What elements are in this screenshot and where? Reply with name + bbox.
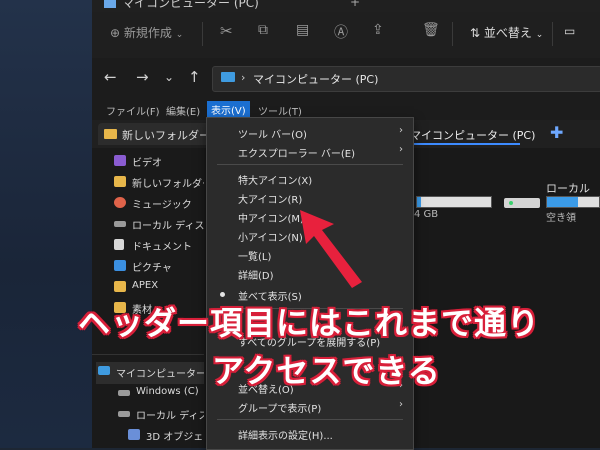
menu-view[interactable]: 表示(V) <box>207 101 250 118</box>
sidebar-item-label: マイコンピューター <box>116 369 206 380</box>
recent-chevron-icon[interactable]: ⌄ <box>164 70 174 84</box>
toolbar-divider <box>202 22 203 46</box>
sidebar-item-label: ミュージック <box>132 200 192 211</box>
arrow-shape <box>300 210 362 288</box>
cube-icon <box>128 429 140 440</box>
folder-icon <box>104 129 117 139</box>
drive-icon <box>114 221 126 227</box>
drive1-usage-bar <box>416 196 492 208</box>
sidebar-item-label: APEX <box>132 280 159 291</box>
drive2-usage-bar <box>546 196 600 208</box>
chevron-down-icon: ⌄ <box>175 30 184 40</box>
drive2-usage-fill <box>547 197 579 207</box>
drive2-icon[interactable] <box>504 192 540 210</box>
menu-item-group-by[interactable]: グループで表示(P) › <box>207 397 413 416</box>
title-bar: マイコンピューター (PC) + <box>92 0 600 12</box>
window-title: マイコンピューター (PC) <box>122 0 259 10</box>
new-button[interactable]: ⊕ 新規作成 ⌄ <box>110 24 183 41</box>
breadcrumb[interactable]: マイコンピューター (PC) <box>253 71 378 87</box>
menu-item-label: ツール バー(O) <box>238 130 307 141</box>
sidebar-item-label: ピクチャ <box>132 263 172 274</box>
picture-icon <box>114 260 126 271</box>
annotation-arrow-icon <box>300 210 362 288</box>
annotation-caption-line1: ヘッダー項目にはこれまで通り <box>78 304 541 342</box>
command-bar: ⊕ 新規作成 ⌄ ✂ ⧉ ▤ Ⓐ ⇪ 🗑 ⇅ 並べ替え ⌄ ▭ <box>92 12 600 58</box>
sidebar-item-label: ドキュメント <box>132 242 192 253</box>
drive-icon <box>118 411 130 417</box>
sort-button[interactable]: ⇅ 並べ替え ⌄ <box>470 24 543 41</box>
document-icon <box>114 239 124 250</box>
menu-item-label: 一覧(L) <box>238 252 272 263</box>
copy-icon[interactable]: ⧉ <box>258 22 268 38</box>
forward-icon[interactable]: → <box>136 68 149 86</box>
menu-item-label: 大アイコン(R) <box>238 195 303 206</box>
menu-item-label: 詳細表示の設定(H)... <box>238 431 333 442</box>
menu-item-extra-large-icons[interactable]: 特大アイコン(X) <box>207 169 413 188</box>
drive2-free: 空き領 <box>546 213 576 224</box>
menu-item-label: 中アイコン(M) <box>238 214 304 225</box>
toolbar-divider <box>552 22 553 46</box>
view-icon[interactable]: ▭ <box>564 24 575 38</box>
address-bar[interactable]: › マイコンピューター (PC) <box>212 66 600 92</box>
menu-item-label: 小アイコン(N) <box>238 233 303 244</box>
menu-item-label: エクスプローラー バー(E) <box>238 149 355 160</box>
drive1-size: 4 GB <box>414 209 439 220</box>
drive1-usage-fill <box>417 197 421 207</box>
pc-icon <box>104 0 116 8</box>
menu-item-label: グループで表示(P) <box>238 404 322 415</box>
desktop-background <box>0 0 92 448</box>
music-icon <box>114 197 126 208</box>
cut-icon[interactable]: ✂ <box>220 22 233 40</box>
breadcrumb-chevron: › <box>241 71 246 84</box>
pc-icon <box>221 72 235 82</box>
sidebar-item-label: Windows (C) <box>136 386 199 397</box>
menu-item-details-settings[interactable]: 詳細表示の設定(H)... <box>207 424 413 443</box>
back-icon[interactable]: ← <box>104 68 117 86</box>
submenu-arrow-icon: › <box>399 399 403 410</box>
pc-icon <box>98 366 110 375</box>
chevron-down-icon: ⌄ <box>535 30 544 40</box>
submenu-arrow-icon: › <box>399 144 403 155</box>
folder-icon <box>114 281 126 292</box>
sort-button-label: 並べ替え <box>483 26 532 40</box>
new-button-label: 新規作成 <box>123 26 172 40</box>
up-icon[interactable]: ↑ <box>188 68 201 86</box>
drive-led <box>509 201 513 205</box>
radio-bullet-icon <box>220 292 225 297</box>
menu-separator <box>217 164 403 165</box>
sidebar-item-label: ビデオ <box>132 158 162 169</box>
new-tab-icon[interactable]: ✚ <box>550 123 563 142</box>
address-row: ← → ⌄ ↑ › マイコンピューター (PC) <box>92 58 600 100</box>
sidebar-divider <box>92 354 204 355</box>
drive2-label[interactable]: ローカル <box>546 180 590 196</box>
menu-item-explorer-bar[interactable]: エクスプローラー バー(E) › <box>207 142 413 161</box>
submenu-arrow-icon: › <box>399 125 403 136</box>
active-tab-underline <box>410 143 520 145</box>
tab-label: 新しいフォルダー ( <box>122 129 218 142</box>
menu-item-label: 詳細(D) <box>238 271 274 282</box>
sort-icon: ⇅ <box>470 26 481 40</box>
menu-tools[interactable]: ツール(T) <box>258 103 302 118</box>
share-icon[interactable]: ⇪ <box>372 22 384 38</box>
toolbar-divider <box>452 22 453 46</box>
menu-item-large-icons[interactable]: 大アイコン(R) <box>207 188 413 207</box>
new-tab-icon[interactable]: + <box>350 0 360 9</box>
folder-icon <box>114 176 126 187</box>
menu-file[interactable]: ファイル(F) <box>106 103 160 118</box>
tab-label: マイコンピューター (PC) <box>410 129 536 142</box>
delete-icon[interactable]: 🗑 <box>422 22 440 38</box>
annotation-caption-line2: アクセスできる <box>212 352 441 390</box>
menu-edit[interactable]: 編集(E) <box>166 103 200 118</box>
paste-icon[interactable]: ▤ <box>296 22 309 38</box>
tab-my-computer[interactable]: マイコンピューター (PC) <box>410 123 540 145</box>
menu-item-label: 特大アイコン(X) <box>238 176 313 187</box>
drive-icon <box>118 390 130 396</box>
menu-item-toolbar[interactable]: ツール バー(O) › <box>207 123 413 142</box>
menu-separator <box>217 419 403 420</box>
plus-circle-icon: ⊕ <box>110 26 121 40</box>
rename-icon[interactable]: Ⓐ <box>334 22 348 42</box>
video-icon <box>114 155 126 166</box>
